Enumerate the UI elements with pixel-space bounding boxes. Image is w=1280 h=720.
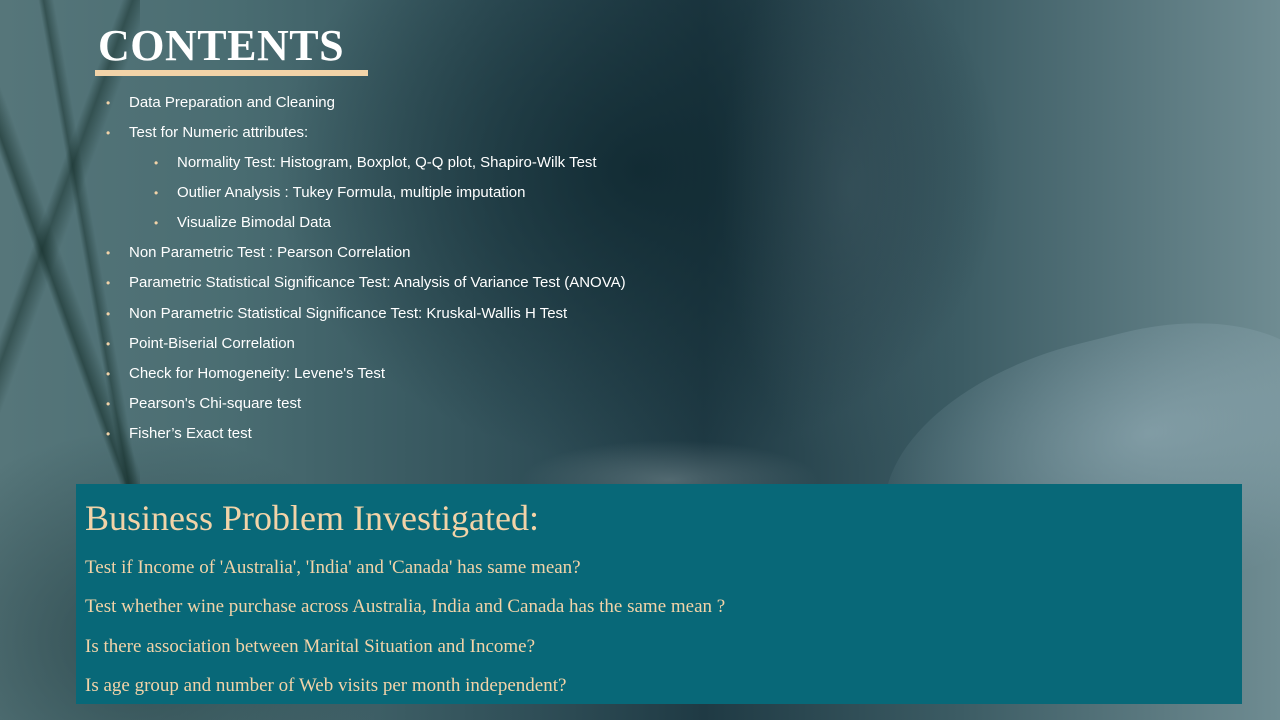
list-item: • Check for Homogeneity: Levene's Test — [106, 365, 386, 382]
business-question: Is age group and number of Web visits pe… — [85, 675, 567, 696]
title-underline — [95, 70, 368, 76]
bullet-icon: • — [106, 397, 111, 411]
list-item: • Non Parametric Test : Pearson Correlati… — [106, 244, 411, 261]
list-item: • Test for Numeric attributes: — [106, 124, 309, 141]
list-item: • Point-Biserial Correlation — [106, 335, 295, 352]
list-item: • Data Preparation and Cleaning — [106, 94, 335, 111]
list-item: • Pearson's Chi-square test — [106, 395, 302, 412]
bullet-icon: • — [106, 337, 111, 351]
list-item: • Non Parametric Statistical Significance… — [106, 305, 568, 322]
list-item: • Parametric Statistical Significance Tes… — [106, 274, 626, 291]
list-item: • Fisher’s Exact test — [106, 425, 252, 442]
bullet-icon: • — [106, 367, 111, 381]
business-question: Test whether wine purchase across Austra… — [85, 596, 726, 617]
list-item: • Outlier Analysis : Tukey Formula, multi… — [154, 184, 526, 201]
business-question: Is there association between Marital Sit… — [85, 636, 536, 657]
list-item: • Visualize Bimodal Data — [154, 214, 331, 231]
list-item: • Normality Test: Histogram, Boxplot, Q-Q… — [154, 154, 597, 171]
bullet-icon: • — [106, 126, 111, 140]
business-problem-heading: Business Problem Investigated: — [85, 498, 539, 538]
business-question: Test if Income of 'Australia', 'India' a… — [85, 557, 581, 578]
bullet-icon: • — [154, 216, 159, 230]
bullet-icon: • — [154, 156, 159, 170]
bullet-icon: • — [106, 427, 111, 441]
person-silhouette — [720, 0, 980, 470]
bullet-icon: • — [154, 186, 159, 200]
plant-silhouette — [0, 0, 140, 550]
bullet-icon: • — [106, 246, 111, 260]
bullet-icon: • — [106, 307, 111, 321]
business-problem-panel: Business Problem Investigated: Test if I… — [76, 484, 1242, 704]
bullet-icon: • — [106, 96, 111, 110]
page-title: CONTENTS — [98, 21, 345, 70]
bullet-icon: • — [106, 276, 111, 290]
